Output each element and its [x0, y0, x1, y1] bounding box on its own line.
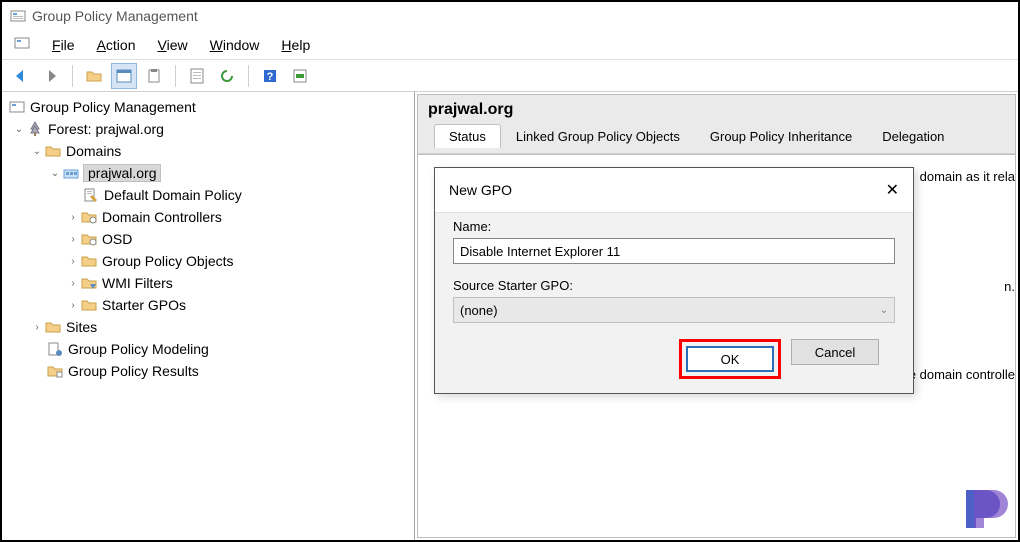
chevron-down-icon[interactable]: ⌄ — [48, 168, 62, 179]
tree-label: prajwal.org — [84, 165, 160, 181]
tree-label: Starter GPOs — [102, 297, 186, 313]
chevron-right-icon[interactable]: › — [30, 322, 44, 333]
chevron-down-icon[interactable]: ⌄ — [12, 124, 26, 135]
dialog-titlebar: New GPO ✕ — [435, 168, 913, 212]
body-text: n. — [1004, 279, 1015, 294]
tree-wmi[interactable]: › WMI Filters — [2, 272, 414, 294]
cancel-button[interactable]: Cancel — [791, 339, 879, 365]
app-icon — [10, 8, 26, 24]
folder-icon — [80, 252, 98, 270]
tree-label: OSD — [102, 231, 132, 247]
toolbar-separator — [248, 65, 249, 87]
svg-text:?: ? — [267, 71, 274, 83]
source-value: (none) — [460, 303, 498, 318]
tree-domain[interactable]: ⌄ prajwal.org — [2, 162, 414, 184]
app-title: Group Policy Management — [32, 8, 198, 24]
page-title: prajwal.org — [428, 101, 1005, 119]
tab-status[interactable]: Status — [434, 124, 501, 148]
dialog-body: Name: Source Starter GPO: (none) ⌄ OK Ca… — [435, 212, 913, 393]
chevron-right-icon[interactable]: › — [66, 212, 80, 223]
menu-help[interactable]: Help — [281, 37, 310, 53]
properties-button[interactable] — [184, 63, 210, 89]
tree-sites[interactable]: › Sites — [2, 316, 414, 338]
menu-icon — [14, 35, 30, 54]
name-label: Name: — [453, 219, 895, 234]
tree-ddp[interactable]: Default Domain Policy — [2, 184, 414, 206]
titlebar: Group Policy Management — [2, 2, 1018, 30]
toolbar: ? — [2, 60, 1018, 92]
close-icon[interactable]: ✕ — [886, 180, 899, 200]
tree-modeling[interactable]: Group Policy Modeling — [2, 338, 414, 360]
name-input[interactable] — [453, 238, 895, 264]
policy-icon — [82, 186, 100, 204]
tree-label: Domains — [66, 143, 121, 159]
forest-icon — [26, 120, 44, 138]
tree-label: WMI Filters — [102, 275, 173, 291]
source-select[interactable]: (none) ⌄ — [453, 297, 895, 323]
settings-button[interactable] — [287, 63, 313, 89]
toolbar-separator — [175, 65, 176, 87]
tab-linked[interactable]: Linked Group Policy Objects — [501, 124, 695, 148]
tree-panel[interactable]: Group Policy Management ⌄ Forest: prajwa… — [2, 92, 415, 540]
chevron-down-icon[interactable]: ⌄ — [30, 146, 44, 157]
tree-label: Group Policy Objects — [102, 253, 234, 269]
ok-highlight: OK — [679, 339, 781, 379]
menubar: File Action View Window Help — [2, 30, 1018, 60]
dialog-buttons: OK Cancel — [453, 323, 895, 387]
tree-gpo[interactable]: › Group Policy Objects — [2, 250, 414, 272]
tree-label: Domain Controllers — [102, 209, 222, 225]
tree-dc[interactable]: › Domain Controllers — [2, 206, 414, 228]
tree-label: Forest: prajwal.org — [48, 121, 164, 137]
folder-icon — [44, 318, 62, 336]
ou-icon — [80, 230, 98, 248]
filter-icon — [80, 274, 98, 292]
tree-osd[interactable]: › OSD — [2, 228, 414, 250]
tree-label: Sites — [66, 319, 97, 335]
tree-label: Group Policy Results — [68, 363, 199, 379]
back-button[interactable] — [8, 63, 34, 89]
watermark-logo — [956, 480, 1012, 536]
menu-view[interactable]: View — [158, 37, 188, 53]
folder-icon — [44, 142, 62, 160]
chevron-down-icon: ⌄ — [880, 305, 888, 316]
new-gpo-dialog: New GPO ✕ Name: Source Starter GPO: (non… — [434, 167, 914, 394]
body-text: domain as it rela — [920, 169, 1015, 184]
ou-icon — [80, 208, 98, 226]
tree-root[interactable]: Group Policy Management — [2, 96, 414, 118]
refresh-button[interactable] — [214, 63, 240, 89]
tree-label: Default Domain Policy — [104, 187, 242, 203]
tree-domains[interactable]: ⌄ Domains — [2, 140, 414, 162]
source-label: Source Starter GPO: — [453, 278, 895, 293]
tree-label: Group Policy Management — [30, 99, 196, 115]
folder-button[interactable] — [81, 63, 107, 89]
gpm-icon — [8, 98, 26, 116]
tab-delegation[interactable]: Delegation — [867, 124, 959, 148]
menu-window[interactable]: Window — [210, 37, 260, 53]
detail-header: prajwal.org Status Linked Group Policy O… — [418, 95, 1015, 154]
body-text: e domain controlle — [909, 367, 1015, 382]
modeling-icon — [46, 340, 64, 358]
chevron-right-icon[interactable]: › — [66, 234, 80, 245]
tree-results[interactable]: Group Policy Results — [2, 360, 414, 382]
tree-label: Group Policy Modeling — [68, 341, 209, 357]
tab-strip: Status Linked Group Policy Objects Group… — [428, 119, 1005, 147]
chevron-right-icon[interactable]: › — [66, 278, 80, 289]
chevron-right-icon[interactable]: › — [66, 256, 80, 267]
folder-icon — [80, 296, 98, 314]
new-window-button[interactable] — [111, 63, 137, 89]
menu-file[interactable]: File — [52, 37, 75, 53]
ok-button[interactable]: OK — [686, 346, 774, 372]
domain-icon — [62, 164, 80, 182]
dialog-title: New GPO — [449, 182, 512, 198]
tree-forest[interactable]: ⌄ Forest: prajwal.org — [2, 118, 414, 140]
menu-action[interactable]: Action — [97, 37, 136, 53]
tab-inheritance[interactable]: Group Policy Inheritance — [695, 124, 867, 148]
tree-starter[interactable]: › Starter GPOs — [2, 294, 414, 316]
clipboard-button[interactable] — [141, 63, 167, 89]
help-button[interactable]: ? — [257, 63, 283, 89]
chevron-right-icon[interactable]: › — [66, 300, 80, 311]
results-icon — [46, 362, 64, 380]
forward-button[interactable] — [38, 63, 64, 89]
toolbar-separator — [72, 65, 73, 87]
